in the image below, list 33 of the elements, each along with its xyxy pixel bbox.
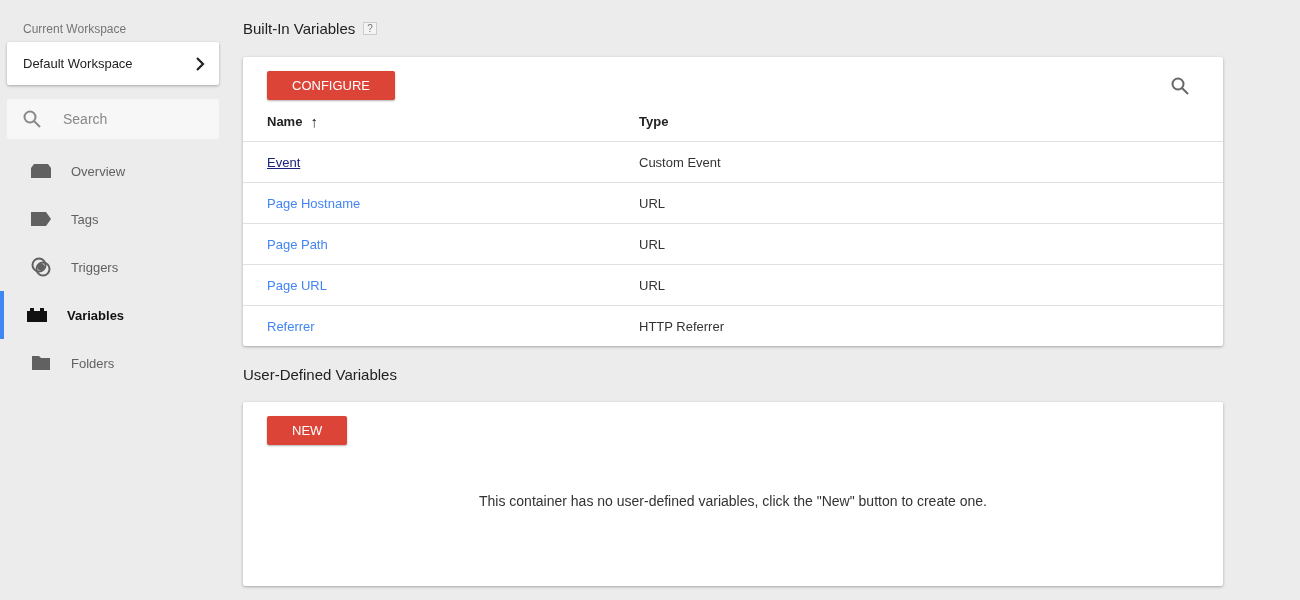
column-header: Type <box>639 114 669 129</box>
section-title: Built-In Variables <box>243 20 356 37</box>
sort-arrow[interactable]: ↑ <box>310 114 318 129</box>
variable-link[interactable]: Page Path <box>267 236 328 252</box>
nav-item[interactable]: Overview <box>0 147 243 195</box>
table-cell: HTTP Referrer <box>639 318 724 334</box>
variable-link[interactable]: Referrer <box>267 318 315 334</box>
nav-item[interactable]: Tags <box>0 195 243 243</box>
table-cell: Custom Event <box>639 154 721 170</box>
search-field[interactable]: Search <box>7 99 219 139</box>
variable-link[interactable]: Page URL <box>267 277 327 293</box>
table-cell: URL <box>639 277 665 293</box>
help-icon[interactable]: ? <box>363 22 377 35</box>
brick-icon <box>27 308 47 322</box>
folder-icon <box>31 356 51 370</box>
workspace-label: Current Workspace <box>23 22 128 36</box>
variable-link[interactable]: Page Hostname <box>267 195 361 211</box>
workspace-selector[interactable]: Default Workspace <box>7 42 219 85</box>
variable-link[interactable]: Event <box>267 154 301 170</box>
overlapping-circles-icon <box>31 257 51 277</box>
table-cell: URL <box>639 195 665 211</box>
tray-icon <box>31 164 51 178</box>
column-header[interactable]: Name <box>267 114 303 129</box>
nav-item[interactable]: Folders <box>0 339 243 387</box>
empty-message: This container has no user-defined variables, click the "New" button to create one. <box>478 493 988 509</box>
tag-icon <box>31 212 51 226</box>
nav-item[interactable]: Triggers <box>0 243 243 291</box>
configure-button[interactable]: CONFIGURE <box>267 71 395 100</box>
new-button[interactable]: NEW <box>267 416 348 445</box>
section-title: User-Defined Variables <box>243 365 397 383</box>
table-cell: URL <box>639 236 665 252</box>
chevron-right-icon <box>195 56 205 71</box>
search-icon[interactable] <box>1171 76 1189 95</box>
